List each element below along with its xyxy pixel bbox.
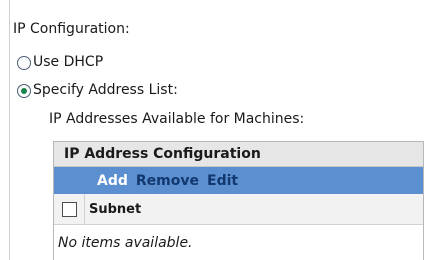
table-column-header: Subnet [54, 194, 423, 225]
radio-checked-icon[interactable] [17, 83, 31, 98]
checkbox-unchecked-icon[interactable] [62, 201, 77, 217]
specify-address-list-option[interactable]: Specify Address List: [17, 82, 178, 99]
column-divider [84, 194, 85, 225]
left-divider [9, 0, 10, 260]
panel-toolbar: Add Remove Edit [54, 167, 423, 194]
radio-unchecked-icon[interactable] [17, 55, 31, 70]
specify-address-list-label[interactable]: Specify Address List: [33, 82, 178, 99]
subnet-column-header[interactable]: Subnet [89, 202, 141, 217]
edit-button[interactable]: Edit [207, 173, 238, 189]
use-dhcp-label[interactable]: Use DHCP [33, 54, 103, 71]
remove-button[interactable]: Remove [136, 173, 199, 189]
empty-list-message: No items available. [58, 234, 193, 251]
ip-configuration-title: IP Configuration: [13, 21, 130, 37]
use-dhcp-option[interactable]: Use DHCP [17, 54, 103, 71]
ip-address-configuration-panel: IP Address Configuration Add Remove Edit… [53, 141, 424, 260]
add-button[interactable]: Add [97, 173, 128, 189]
panel-header: IP Address Configuration [54, 141, 423, 167]
ip-addresses-available-label: IP Addresses Available for Machines: [49, 111, 305, 127]
